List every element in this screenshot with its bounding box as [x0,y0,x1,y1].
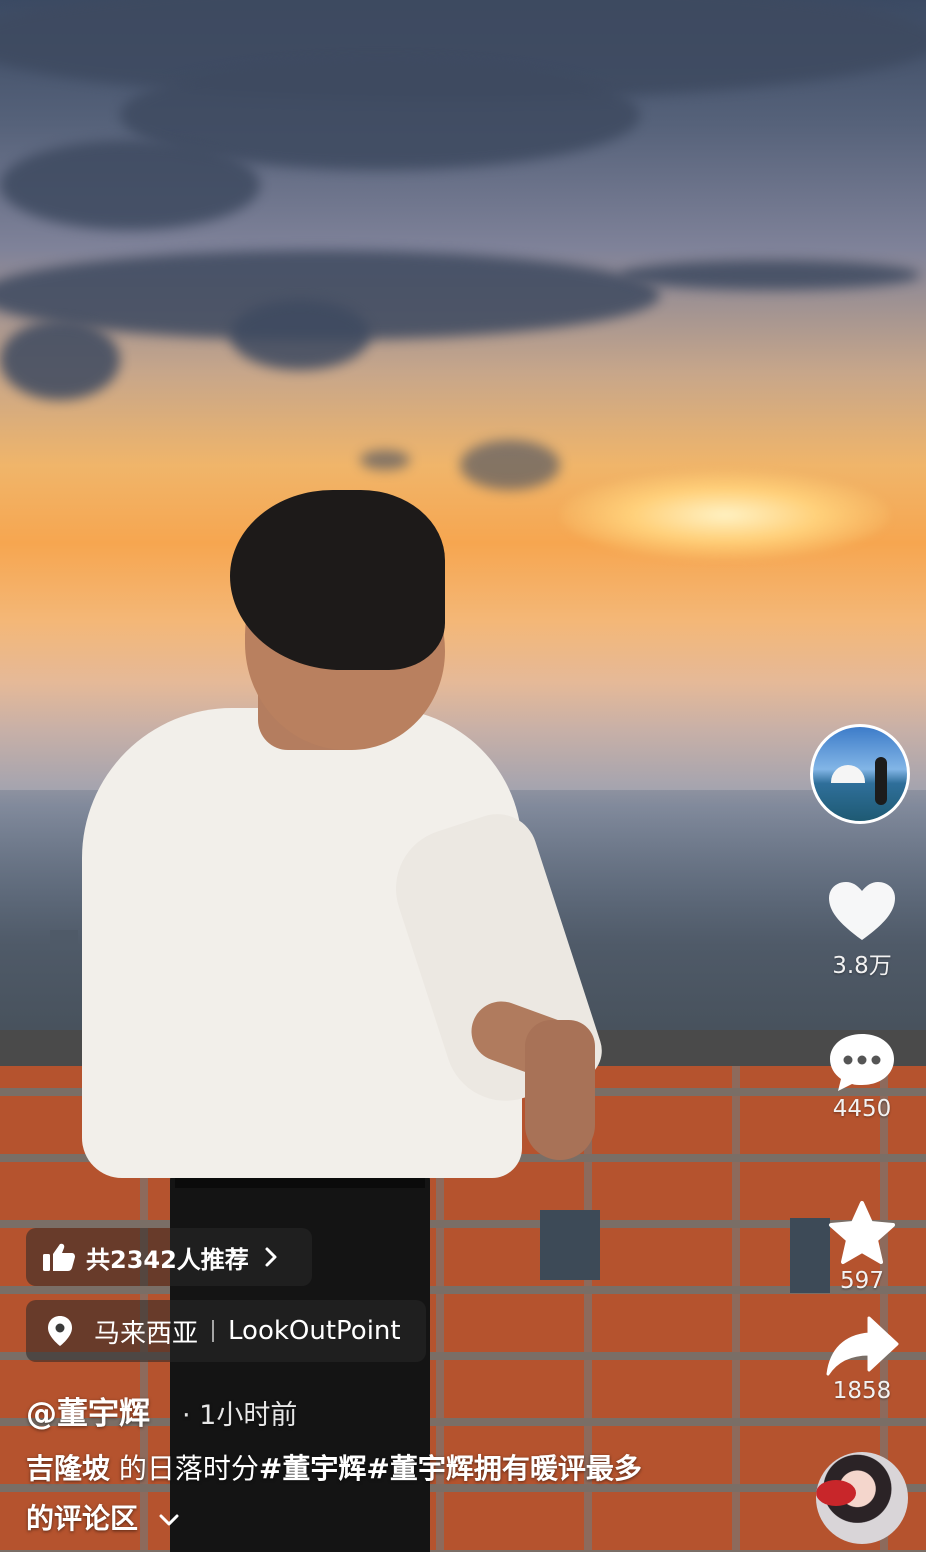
video-player[interactable]: 3.8万 4450 597 1858 共2342人推荐 马来西亚 LookOut… [0,0,926,1552]
music-disc-avatar[interactable] [816,1452,908,1544]
star-icon [829,1201,895,1264]
recommend-pill[interactable]: 共2342人推荐 [26,1228,312,1286]
caption-text: 的日落时分 [110,1452,259,1485]
like-count: 3.8万 [832,953,892,979]
figure-shape [875,757,887,805]
author-name[interactable]: @董宇辉 [26,1388,150,1433]
chevron-right-icon [265,1247,277,1267]
comment-bubble-icon [830,1034,894,1091]
post-time: · 1小时前 [182,1400,298,1431]
favorite-count: 597 [840,1268,884,1294]
thumbs-up-icon [43,1243,75,1271]
location-country: 马来西亚 [94,1318,199,1349]
opera-house-shape [831,765,865,783]
share-arrow-icon [826,1316,899,1376]
heart-icon [829,882,895,940]
post-caption[interactable]: 吉隆坡 的日落时分#董宇辉#董宇辉拥有暖评最多 的评论区 [26,1444,726,1544]
like-button[interactable]: 3.8万 [812,880,912,980]
chevron-down-icon[interactable] [158,1513,180,1527]
comment-count: 4450 [832,1096,892,1122]
caption-location-link[interactable]: 吉隆坡 [26,1452,110,1485]
comment-button[interactable]: 4450 [812,1030,912,1122]
red-hat-shape [816,1480,856,1506]
location-pill[interactable]: 马来西亚 LookOutPoint [26,1300,426,1362]
hashtag-link[interactable]: #董宇辉 [259,1452,366,1485]
share-count: 1858 [832,1378,892,1404]
location-place: LookOutPoint [228,1316,401,1346]
recommend-label: 共2342人推荐 [86,1245,249,1274]
location-separator [212,1320,215,1342]
author-avatar[interactable] [810,724,910,824]
share-button[interactable]: 1858 [812,1314,912,1404]
favorite-button[interactable]: 597 [812,1200,912,1294]
hashtag-link[interactable]: #董宇辉拥有暖评最多 [366,1452,641,1485]
location-pin-icon [48,1316,72,1346]
wall-gap [540,1210,600,1280]
caption-tail: 的评论区 [26,1502,139,1535]
